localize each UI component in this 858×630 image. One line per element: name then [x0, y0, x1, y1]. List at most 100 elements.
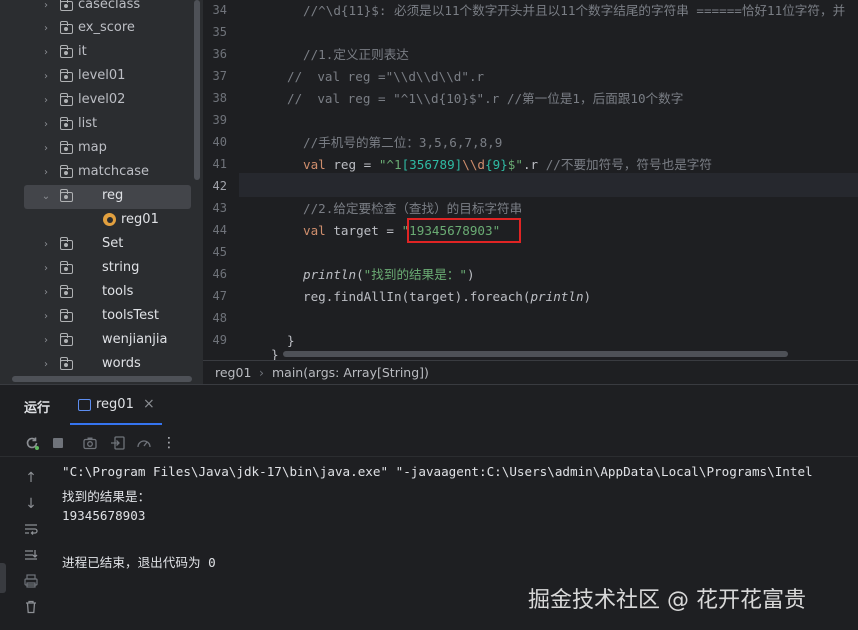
code-line-43: //2.给定要检查（查找）的目标字符串 — [303, 201, 523, 216]
console-line-output-label: 找到的结果是： — [62, 489, 151, 504]
chevron-right-icon[interactable]: › — [41, 360, 51, 370]
regex-class: [356789] — [401, 157, 463, 172]
package-icon — [59, 357, 73, 370]
breadcrumb-item-method[interactable]: main(args: Array[String]) — [272, 365, 429, 380]
up-arrow-icon[interactable]: ↑ — [22, 469, 40, 487]
tree-item-label: it — [78, 44, 87, 59]
package-icon — [59, 69, 73, 82]
chevron-right-icon[interactable]: › — [41, 336, 51, 346]
tree-horizontal-scrollbar[interactable] — [12, 376, 192, 382]
package-icon — [59, 165, 73, 178]
paren: ( — [356, 267, 364, 282]
console-line-output-value: 19345678903 — [62, 508, 146, 523]
chevron-right-icon[interactable]: › — [41, 48, 51, 58]
close-icon[interactable]: × — [143, 396, 155, 412]
line-number: 39 — [212, 113, 227, 127]
package-icon — [59, 333, 73, 346]
run-window-title: 运行 — [24, 401, 51, 416]
string-quote: " — [515, 157, 523, 172]
scroll-to-end-icon[interactable] — [22, 547, 40, 565]
line-number: 34 — [212, 3, 227, 17]
inline-comment: //不要加符号，符号也是字符 — [545, 157, 712, 172]
tree-item-label: caseclass — [78, 0, 141, 12]
gauge-icon[interactable] — [136, 435, 152, 451]
package-icon — [59, 141, 73, 154]
code-line-38: // val reg = "^1\\d{10}$".r //第一位是1，后面跟1… — [287, 91, 684, 106]
package-icon — [59, 285, 73, 298]
chevron-right-icon[interactable]: › — [41, 96, 51, 106]
chevron-right-icon[interactable]: › — [41, 24, 51, 34]
tree-scrollbar[interactable] — [194, 0, 200, 180]
line-number: 49 — [212, 333, 227, 347]
tree-item-label: words — [102, 356, 141, 371]
tree-item-label: level01 — [78, 68, 126, 83]
breadcrumb-item-object[interactable]: reg01 — [215, 365, 251, 380]
highlight-box — [407, 218, 521, 243]
code-line-36: //1.定义正则表达 — [303, 47, 409, 62]
code-line-41: val reg = "^1[356789]\\d{9}$".r //不要加符号，… — [303, 154, 712, 176]
code-line-49: } — [287, 333, 295, 348]
chevron-down-icon[interactable]: ⌄ — [41, 192, 51, 202]
package-icon — [59, 189, 73, 202]
line-number: 38 — [212, 91, 227, 105]
print-icon[interactable] — [22, 573, 40, 591]
paren: ) — [467, 267, 475, 282]
package-icon — [59, 117, 73, 130]
down-arrow-icon[interactable]: ↓ — [22, 495, 40, 513]
tab-reg01[interactable]: reg01 × — [70, 385, 162, 425]
more-icon[interactable]: ⋮ — [161, 435, 177, 451]
chevron-right-icon[interactable]: › — [41, 264, 51, 274]
chevron-right-icon[interactable]: › — [41, 1, 51, 11]
tree-item-label: ex_score — [78, 20, 135, 35]
breadcrumb-separator: › — [259, 365, 264, 380]
camera-icon[interactable] — [82, 435, 98, 451]
stop-icon[interactable] — [50, 435, 66, 451]
chevron-right-icon[interactable]: › — [41, 168, 51, 178]
rerun-icon[interactable] — [24, 435, 40, 451]
tab-label: reg01 — [96, 397, 134, 412]
trash-icon[interactable] — [22, 599, 40, 617]
line-number: 48 — [212, 311, 227, 325]
active-tab-indicator — [70, 423, 162, 425]
line-number: 43 — [212, 201, 227, 215]
line-number: 42 — [212, 179, 227, 193]
tree-item-label: matchcase — [78, 164, 149, 179]
code-line-34: //^\d{11}$: 必须是以11个数字开头并且以11个数字结尾的字符串 ==… — [303, 3, 846, 18]
code-editor[interactable]: 34 35 36 37 38 39 40 41 42 43 44 45 46 4… — [203, 0, 858, 360]
chevron-right-icon[interactable]: › — [41, 144, 51, 154]
function-name: println — [530, 289, 584, 304]
tree-item-label: wenjianjia — [102, 332, 168, 347]
regex-anchor: ^1 — [386, 157, 402, 172]
chevron-right-icon[interactable]: › — [41, 240, 51, 250]
tree-item-label: Set — [102, 236, 124, 251]
soft-wrap-icon[interactable] — [22, 521, 40, 539]
keyword: val — [303, 157, 326, 172]
function-name: println — [303, 267, 357, 282]
package-icon — [59, 0, 73, 11]
line-number: 46 — [212, 267, 227, 281]
regex-quantifier: {9} — [485, 157, 508, 172]
package-icon — [59, 45, 73, 58]
chevron-right-icon[interactable]: › — [41, 120, 51, 130]
chevron-right-icon[interactable]: › — [41, 72, 51, 82]
login-icon[interactable] — [110, 435, 126, 451]
run-toolbar: ⋮ — [0, 429, 858, 457]
package-icon — [59, 21, 73, 34]
tree-item-label: reg — [102, 188, 124, 203]
current-line-highlight — [239, 173, 858, 197]
keyword: val — [303, 223, 326, 238]
package-icon — [59, 237, 73, 250]
side-panel-handle[interactable] — [0, 563, 6, 593]
code-line-50: } — [271, 347, 279, 360]
line-number: 36 — [212, 47, 227, 61]
code-line-47: reg.findAllIn(target).foreach(println) — [303, 286, 591, 308]
string-literal: "找到的结果是：" — [363, 267, 467, 282]
editor-horizontal-scrollbar[interactable] — [283, 351, 788, 357]
regex-escape: \\d — [462, 157, 486, 172]
code-line-37: // val reg ="\\d\\d\\d".r — [287, 69, 485, 84]
chevron-right-icon[interactable]: › — [41, 312, 51, 322]
console-line-exit: 进程已结束，退出代码为 0 — [62, 555, 216, 570]
chevron-right-icon[interactable]: › — [41, 288, 51, 298]
tree-item-label: tools — [102, 284, 134, 299]
code-line-46: println("找到的结果是：") — [303, 264, 475, 286]
